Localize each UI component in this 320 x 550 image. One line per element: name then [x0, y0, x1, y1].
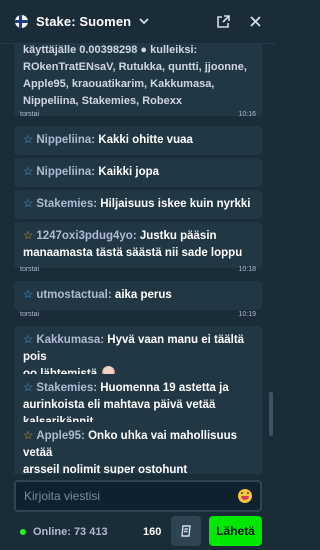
time-label: 10:16: [238, 111, 256, 118]
message-username[interactable]: Nippeliina:: [36, 134, 95, 146]
message-text: Justku pääsin: [139, 230, 217, 242]
star-icon: ☆: [23, 166, 34, 178]
chat-room-title[interactable]: Stake: Suomen: [36, 14, 131, 29]
message-input[interactable]: [24, 489, 238, 503]
chat-footer: Online: 73 413 160 Lähetä: [0, 474, 276, 550]
chat-feed[interactable]: käyttäjälle 0.00398298 ● kulleiksi: ROke…: [0, 44, 276, 474]
day-separator: torstai 10:16: [20, 111, 256, 123]
day-label: torstai: [20, 311, 40, 318]
rain-summary-line: ROkenTratENsaV, Rutukka, quntti, jjoonne…: [23, 61, 247, 73]
chevron-down-icon[interactable]: [139, 16, 149, 28]
message-text: Kaikki jopa: [98, 166, 160, 178]
close-icon[interactable]: [246, 13, 264, 31]
online-count: Online: 73 413: [33, 526, 108, 538]
rain-summary-line: käyttäjälle 0.00398298 ● kulleiksi:: [23, 44, 198, 56]
message-input-box[interactable]: [14, 480, 262, 512]
day-separator: torstai 10:19: [20, 311, 256, 323]
message-username[interactable]: 1247oxi3pdug4yo:: [36, 230, 136, 242]
chat-message-rain-summary: käyttäjälle 0.00398298 ● kulleiksi: ROke…: [14, 44, 262, 116]
chat-scrollbar[interactable]: [269, 392, 273, 436]
chat-message: ☆ utmostactual: aika perus: [14, 281, 262, 310]
chat-message: ☆ Nippeliina: Kaikki jopa: [14, 158, 262, 187]
online-status: Online: 73 413: [20, 526, 108, 538]
message-username[interactable]: Kakkumasa:: [36, 334, 104, 346]
character-count: 160: [143, 526, 162, 538]
star-icon: ☆: [23, 430, 34, 442]
chat-rules-button[interactable]: [171, 516, 201, 546]
message-text: arsseil nolimit super ostohunt: [23, 464, 188, 474]
chat-message: ☆ Stakemies: Hiljaisuus iskee kuin nyrkki: [14, 190, 262, 219]
rules-icon: [181, 525, 191, 537]
message-text: Huomenna 19 astetta ja: [100, 382, 229, 394]
message-text: Kakki ohitte vuaa: [98, 134, 193, 146]
star-icon: ☆: [23, 289, 34, 301]
message-username[interactable]: utmostactual:: [36, 289, 111, 301]
send-button[interactable]: Lähetä: [209, 516, 262, 546]
star-icon: ☆: [23, 382, 34, 394]
day-label: torstai: [20, 266, 40, 273]
time-label: 10:19: [238, 311, 256, 318]
chat-header: Stake: Suomen: [0, 0, 276, 44]
message-text: aika perus: [114, 289, 172, 301]
star-icon: ☆: [23, 198, 34, 210]
chat-message: ☆ Nippeliina: Kakki ohitte vuaa: [14, 126, 262, 155]
chat-message: ☆ 1247oxi3pdug4yo: Justku pääsin manaamas…: [14, 222, 262, 268]
online-dot-icon: [20, 529, 26, 535]
rain-summary-line: Apple95, kraouatikarim, Kakkumasa,: [23, 78, 215, 90]
message-username[interactable]: Stakemies:: [36, 198, 97, 210]
chat-message: ☆ Apple95: Onko uhka vai mahollisuus vetä…: [14, 422, 262, 474]
star-icon: ☆: [23, 230, 34, 242]
rain-summary-line: Nippeliina, Stakemies, Robexx: [23, 95, 182, 107]
message-username[interactable]: Apple95:: [36, 430, 85, 442]
emoji-picker-icon[interactable]: [238, 489, 252, 503]
message-text: Hiljaisuus iskee kuin nyrkki: [100, 198, 251, 210]
message-username[interactable]: Nippeliina:: [36, 166, 95, 178]
star-icon: ☆: [23, 134, 34, 146]
popout-icon[interactable]: [214, 13, 232, 31]
message-username[interactable]: Stakemies:: [36, 382, 97, 394]
day-label: torstai: [20, 111, 40, 118]
message-text: manaamasta tästä säästä nii sade loppu: [23, 247, 243, 259]
finland-flag-icon: [15, 15, 28, 28]
star-icon: ☆: [23, 334, 34, 346]
day-separator: torstai 10:18: [20, 266, 256, 278]
time-label: 10:18: [238, 266, 256, 273]
